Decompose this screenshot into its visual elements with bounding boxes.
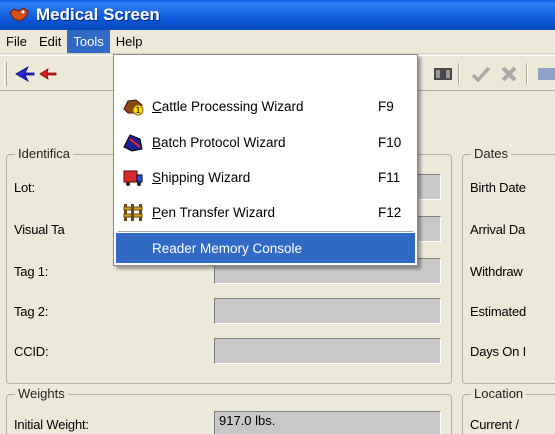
- window-title: Medical Screen: [36, 5, 160, 24]
- cancel-x-icon[interactable]: [496, 62, 522, 86]
- dates-legend: Dates: [471, 146, 511, 161]
- batch-protocol-icon: [123, 134, 143, 152]
- title-bar[interactable]: Medical Screen: [0, 0, 555, 30]
- menu-item-shortcut: F10: [378, 134, 402, 150]
- menu-tools[interactable]: Tools: [67, 30, 110, 53]
- previous-record-arrow-icon[interactable]: [36, 62, 62, 86]
- menu-item-shipping-wizard[interactable]: Shipping Wizard F11: [116, 161, 415, 193]
- tag2-label: Tag 2:: [14, 304, 49, 319]
- menu-item-shortcut: F11: [378, 169, 401, 185]
- toolbar-overflow-icon[interactable]: [534, 62, 555, 86]
- birth-date-label: Birth Date: [470, 180, 526, 195]
- film-reel-icon[interactable]: [430, 62, 456, 86]
- tools-menu-dropdown: 1 Cattle Processing Wizard F9 Batch Prot…: [113, 54, 418, 266]
- menu-item-label: Shipping Wizard: [152, 169, 251, 185]
- weights-legend: Weights: [15, 386, 68, 401]
- shipping-truck-icon: [123, 170, 143, 186]
- toolbar-separator: [458, 63, 460, 85]
- identification-legend: Identifica: [15, 146, 74, 161]
- lot-label: Lot:: [14, 180, 35, 195]
- toolbar-separator: [526, 63, 528, 85]
- menu-item-label: Cattle Processing Wizard: [152, 98, 304, 114]
- menu-item-label: Reader Memory Console: [152, 240, 303, 256]
- ccid-field[interactable]: [214, 338, 441, 364]
- menu-item-label: Pen Transfer Wizard: [152, 204, 276, 220]
- initial-weight-field[interactable]: 917.0 lbs.: [214, 411, 441, 434]
- menu-help[interactable]: Help: [110, 30, 149, 53]
- arrival-date-label: Arrival Da: [470, 222, 526, 237]
- tag2-field[interactable]: [214, 298, 441, 324]
- ccid-label: CCID:: [14, 344, 49, 359]
- toolbar-grip[interactable]: [4, 62, 7, 86]
- save-check-icon[interactable]: [468, 62, 494, 86]
- location-legend: Location: [471, 386, 527, 401]
- menu-file[interactable]: File: [0, 30, 33, 53]
- svg-text:1: 1: [135, 106, 140, 115]
- current-location-label: Current /: [470, 417, 519, 432]
- menu-item-cattle-processing-wizard[interactable]: 1 Cattle Processing Wizard F9: [116, 90, 415, 122]
- days-on-label: Days On I: [470, 344, 526, 359]
- withdraw-date-label: Withdraw: [470, 264, 523, 279]
- visual-tag-label: Visual Ta: [14, 222, 65, 237]
- menu-bar: File Edit Tools Help: [0, 30, 555, 54]
- tag1-label: Tag 1:: [14, 264, 49, 279]
- menu-item-batch-protocol-wizard[interactable]: Batch Protocol Wizard F10: [116, 126, 415, 158]
- pen-transfer-icon: [123, 204, 143, 221]
- menu-edit[interactable]: Edit: [33, 30, 67, 53]
- menu-item-label: Batch Protocol Wizard: [152, 134, 286, 150]
- app-cow-icon: [9, 7, 29, 22]
- initial-weight-label: Initial Weight:: [14, 417, 89, 432]
- menu-item-pen-transfer-wizard[interactable]: Pen Transfer Wizard F12: [116, 196, 415, 228]
- menu-item-shortcut: F9: [378, 98, 394, 114]
- first-record-arrow-icon[interactable]: [12, 62, 38, 86]
- estimated-date-label: Estimated: [470, 304, 527, 319]
- menu-item-reader-memory-console[interactable]: Reader Memory Console: [116, 233, 415, 263]
- cattle-processing-icon: 1: [123, 99, 144, 116]
- menu-item-shortcut: F12: [378, 204, 402, 220]
